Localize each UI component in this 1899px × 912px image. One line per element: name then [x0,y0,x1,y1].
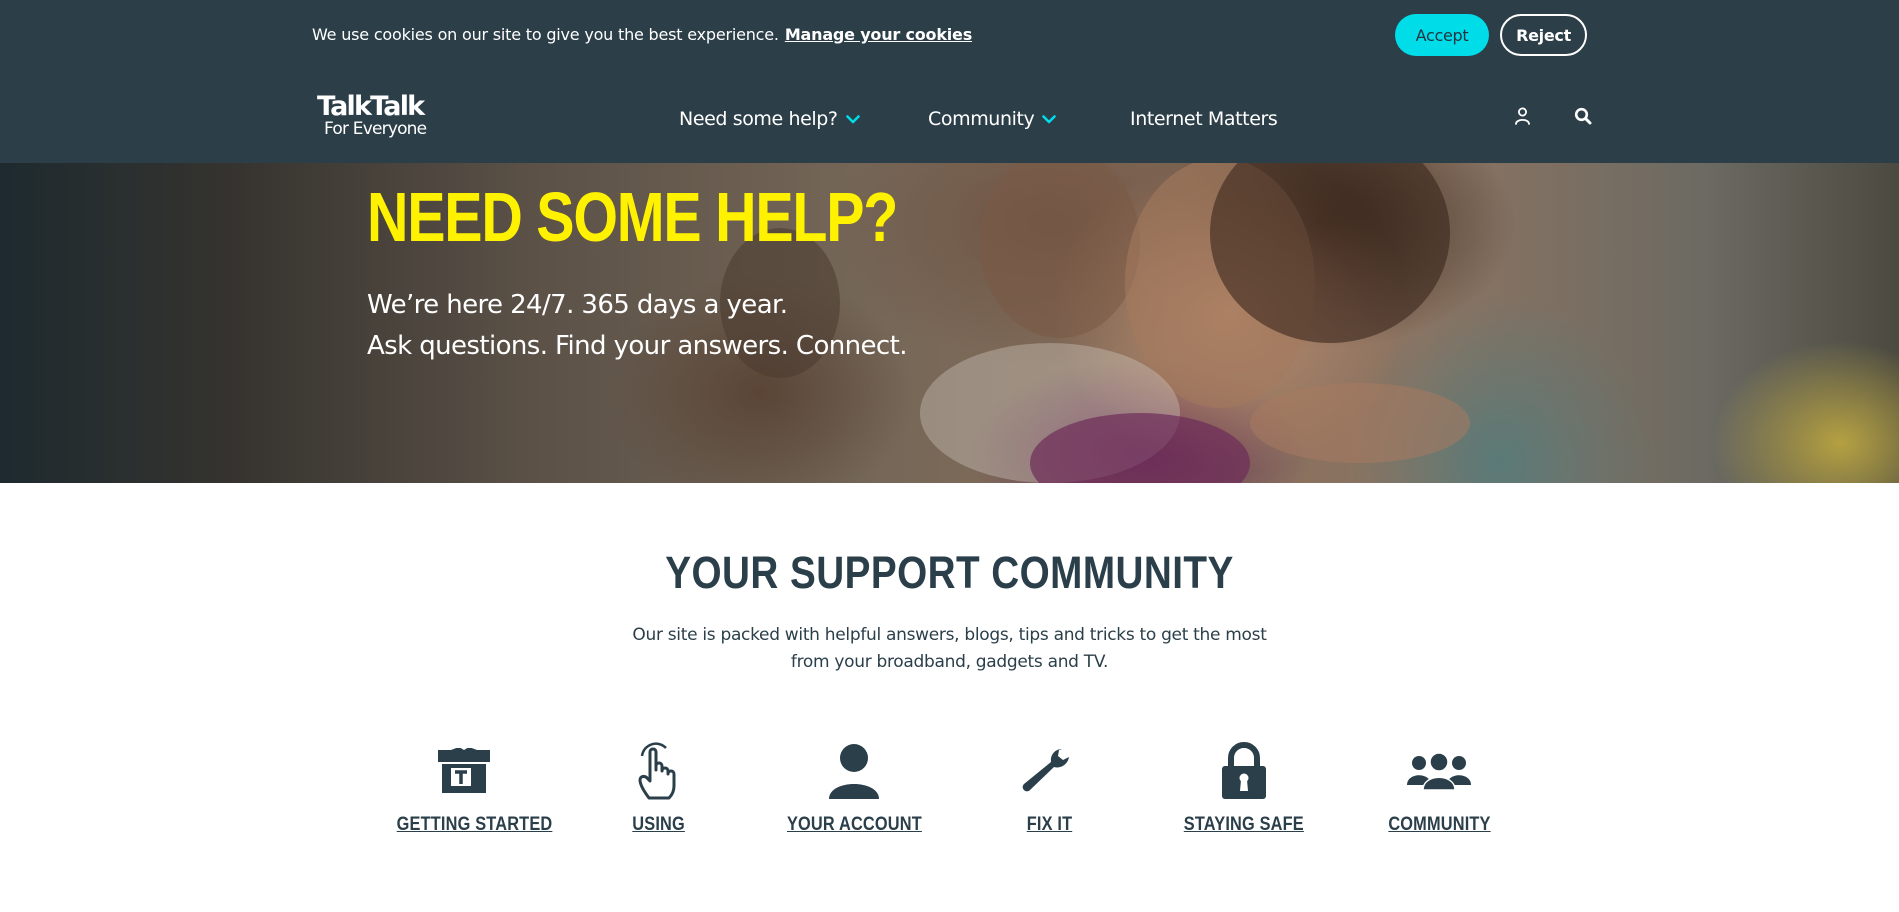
category-your-account[interactable]: YOUR ACCOUNT [774,740,934,836]
user-icon[interactable] [1514,107,1531,130]
category-label: STAYING SAFE [1183,814,1305,835]
hero-photo [720,163,1470,483]
support-desc-line1: Our site is packed with helpful answers,… [632,625,1267,645]
chevron-down-icon [845,107,860,129]
hero-subtitle-line2: Ask questions. Find your answers. Connec… [367,331,907,361]
category-label: FIX IT [1026,814,1072,835]
box-icon [384,740,544,802]
category-community[interactable]: COMMUNITY [1359,740,1519,836]
search-icon[interactable] [1574,107,1592,129]
cookie-banner: We use cookies on our site to give you t… [0,0,1899,70]
wrench-icon [969,740,1129,802]
category-getting-started[interactable]: GETTING STARTED [384,740,552,836]
cookie-message: We use cookies on our site to give you t… [312,25,972,44]
support-section-description: Our site is packed with helpful answers,… [0,622,1899,676]
padlock-icon [1164,740,1324,802]
nav-need-help-label: Need some help? [679,108,838,130]
accept-cookies-button[interactable]: Accept [1395,14,1489,56]
hero-banner: NEED SOME HELP? We’re here 24/7. 365 day… [0,163,1899,483]
category-fix-it[interactable]: FIX IT [969,740,1129,836]
site-header: TalkTalk For Everyone Need some help? Co… [0,70,1899,163]
nav-community-label: Community [928,108,1035,130]
group-icon [1359,740,1519,802]
nav-internet-matters-label: Internet Matters [1130,108,1278,130]
chevron-down-icon [1042,107,1057,129]
cookie-message-text: We use cookies on our site to give you t… [312,25,779,44]
support-section-title: YOUR SUPPORT COMMUNITY [0,547,1899,599]
talktalk-logo[interactable]: TalkTalk For Everyone [317,91,427,139]
logo-tagline: For Everyone [324,119,427,139]
manage-cookies-link[interactable]: Manage your cookies [785,25,972,44]
logo-wordmark: TalkTalk [317,91,425,122]
hero-subtitle-line1: We’re here 24/7. 365 days a year. [367,290,788,320]
category-label: YOUR ACCOUNT [786,814,922,835]
category-using[interactable]: USING [579,740,739,836]
nav-need-help[interactable]: Need some help? [679,108,860,130]
pointer-hand-icon [579,740,739,802]
support-title-text: YOUR SUPPORT COMMUNITY [665,547,1234,598]
category-label: GETTING STARTED [396,814,553,835]
category-staying-safe[interactable]: STAYING SAFE [1164,740,1324,836]
nav-community[interactable]: Community [928,107,1057,130]
category-label: COMMUNITY [1387,814,1491,835]
reject-cookies-button[interactable]: Reject [1500,14,1587,56]
support-desc-line2: from your broadband, gadgets and TV. [790,652,1109,672]
category-label: USING [632,814,686,835]
nav-internet-matters[interactable]: Internet Matters [1130,108,1278,130]
person-icon [774,740,934,802]
hero-title: NEED SOME HELP? [367,178,898,256]
